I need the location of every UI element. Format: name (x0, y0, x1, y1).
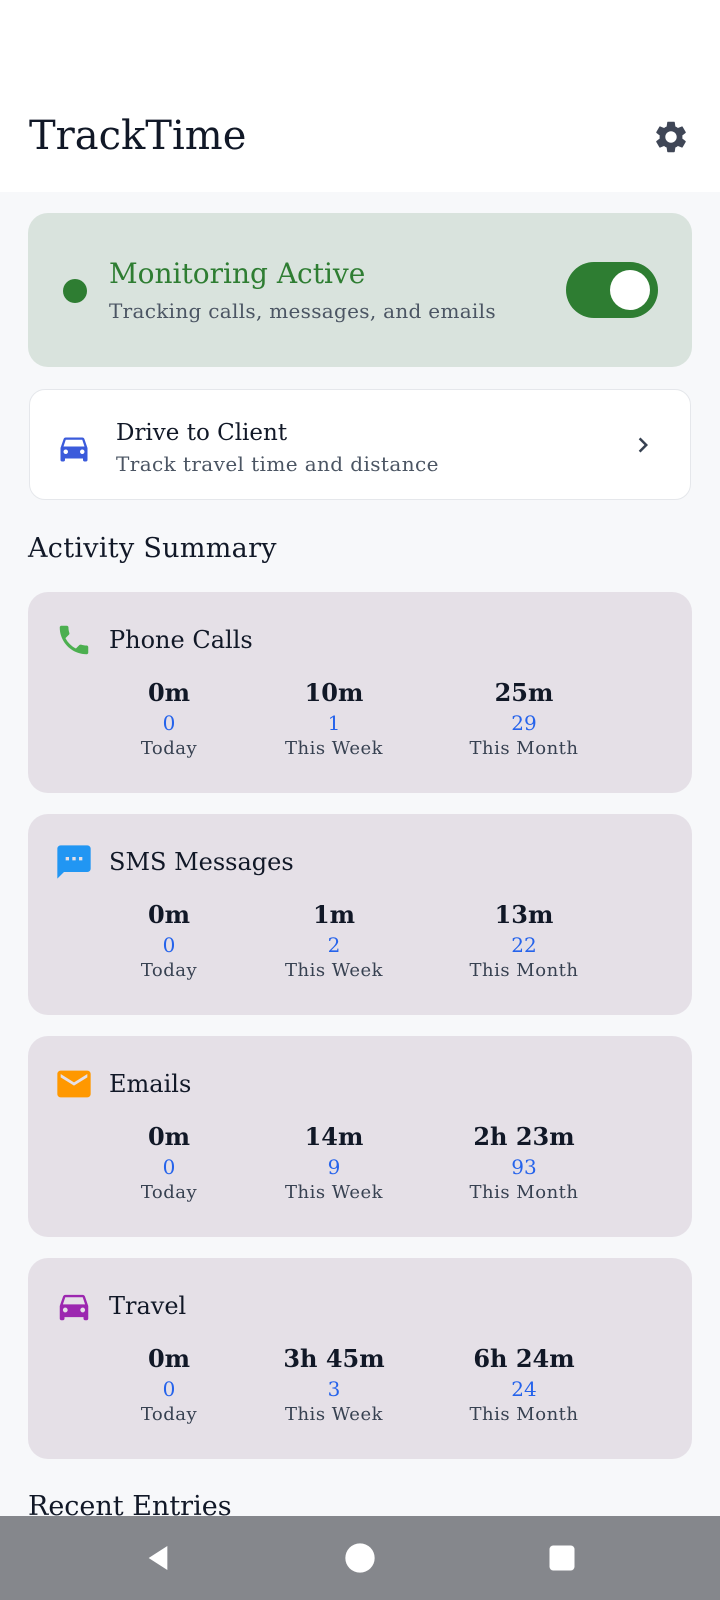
message-icon (54, 842, 94, 882)
stat-duration: 13m (494, 900, 554, 929)
monitoring-subtitle: Tracking calls, messages, and emails (109, 299, 496, 323)
activity-summary-title: Activity Summary (28, 533, 277, 564)
stat-label: This Month (469, 1404, 579, 1425)
stat-duration: 0m (147, 1344, 191, 1373)
stat-this-month: 2h 23m 93 This Month (469, 1122, 578, 1205)
app-title: TrackTime (29, 113, 247, 159)
stat-duration: 1m (312, 900, 356, 929)
stat-count: 93 (511, 1155, 537, 1179)
activity-name: Emails (109, 1070, 192, 1098)
drive-to-client-card[interactable]: Drive to Client Track travel time and di… (29, 389, 691, 500)
status-dot (63, 279, 87, 303)
gear-icon (656, 121, 686, 153)
stat-this-month: 25m 29 This Month (469, 678, 578, 761)
drive-subtitle: Track travel time and distance (116, 452, 439, 476)
settings-button[interactable] (646, 112, 696, 162)
back-icon (148, 1546, 168, 1570)
stat-duration: 14m (304, 1122, 364, 1151)
stat-count: 24 (511, 1377, 537, 1401)
stat-label: This Week (284, 960, 384, 981)
stat-this-month: 13m 22 This Month (469, 900, 578, 983)
stat-label: Today (140, 1182, 198, 1203)
stat-label: This Week (284, 1404, 384, 1425)
stat-count: 0 (162, 1155, 176, 1179)
stat-count: 0 (162, 1377, 176, 1401)
stat-duration: 25m (494, 678, 554, 707)
stat-duration: 2h 23m (473, 1122, 575, 1151)
stat-this-week: 14m 9 This Week (285, 1122, 383, 1205)
recents-button[interactable] (540, 1538, 584, 1578)
stat-duration: 0m (147, 900, 191, 929)
activity-name: Travel (109, 1292, 187, 1320)
stat-duration: 10m (304, 678, 364, 707)
stat-today: 0m 0 Today (141, 900, 197, 983)
activity-card-phone-calls[interactable]: Phone Calls 0m 0 Today 10m 1 This Week 2… (28, 592, 692, 793)
stat-label: This Month (469, 960, 579, 981)
stat-label: Today (140, 1404, 198, 1425)
stat-this-week: 1m 2 This Week (285, 900, 383, 983)
stat-duration: 6h 24m (473, 1344, 575, 1373)
activity-card-sms-messages[interactable]: SMS Messages 0m 0 Today 1m 2 This Week 1… (28, 814, 692, 1015)
stat-count: 1 (327, 711, 341, 735)
activity-card-emails[interactable]: Emails 0m 0 Today 14m 9 This Week 2h 23m… (28, 1036, 692, 1237)
stat-count: 0 (162, 711, 176, 735)
stat-count: 22 (511, 933, 537, 957)
stat-count: 0 (162, 933, 176, 957)
stat-this-week: 3h 45m 3 This Week (283, 1344, 384, 1427)
back-button[interactable] (136, 1538, 180, 1578)
car-icon (60, 437, 88, 462)
stat-label: Today (140, 738, 198, 759)
toggle-knob (610, 270, 650, 310)
phone-icon (54, 620, 94, 660)
email-icon (54, 1064, 94, 1104)
stat-label: This Week (284, 738, 384, 759)
chevron-right-icon (638, 437, 648, 453)
stat-count: 2 (327, 933, 341, 957)
activity-name: Phone Calls (109, 626, 253, 654)
app-bar: TrackTime (0, 90, 720, 192)
stat-label: This Week (284, 1182, 384, 1203)
monitoring-toggle[interactable] (566, 262, 658, 318)
car-icon (54, 1286, 94, 1326)
home-icon (345, 1543, 375, 1573)
recents-icon (549, 1545, 575, 1571)
stat-duration: 0m (147, 1122, 191, 1151)
stat-today: 0m 0 Today (141, 678, 197, 761)
stat-today: 0m 0 Today (141, 1122, 197, 1205)
monitoring-title: Monitoring Active (109, 257, 366, 290)
stat-label: This Month (469, 738, 579, 759)
stat-label: This Month (469, 1182, 579, 1203)
stat-count: 9 (327, 1155, 341, 1179)
stat-duration: 0m (147, 678, 191, 707)
activity-card-travel[interactable]: Travel 0m 0 Today 3h 45m 3 This Week 6h … (28, 1258, 692, 1459)
stat-count: 3 (327, 1377, 341, 1401)
activity-name: SMS Messages (109, 848, 294, 876)
status-bar (0, 0, 720, 90)
stat-count: 29 (511, 711, 537, 735)
drive-title: Drive to Client (116, 420, 288, 446)
home-button[interactable] (338, 1538, 382, 1578)
stat-this-week: 10m 1 This Week (285, 678, 383, 761)
stat-duration: 3h 45m (283, 1344, 385, 1373)
system-nav-bar (0, 1516, 720, 1600)
monitoring-card: Monitoring Active Tracking calls, messag… (28, 213, 692, 367)
stat-this-month: 6h 24m 24 This Month (469, 1344, 578, 1427)
stat-label: Today (140, 960, 198, 981)
stat-today: 0m 0 Today (141, 1344, 197, 1427)
